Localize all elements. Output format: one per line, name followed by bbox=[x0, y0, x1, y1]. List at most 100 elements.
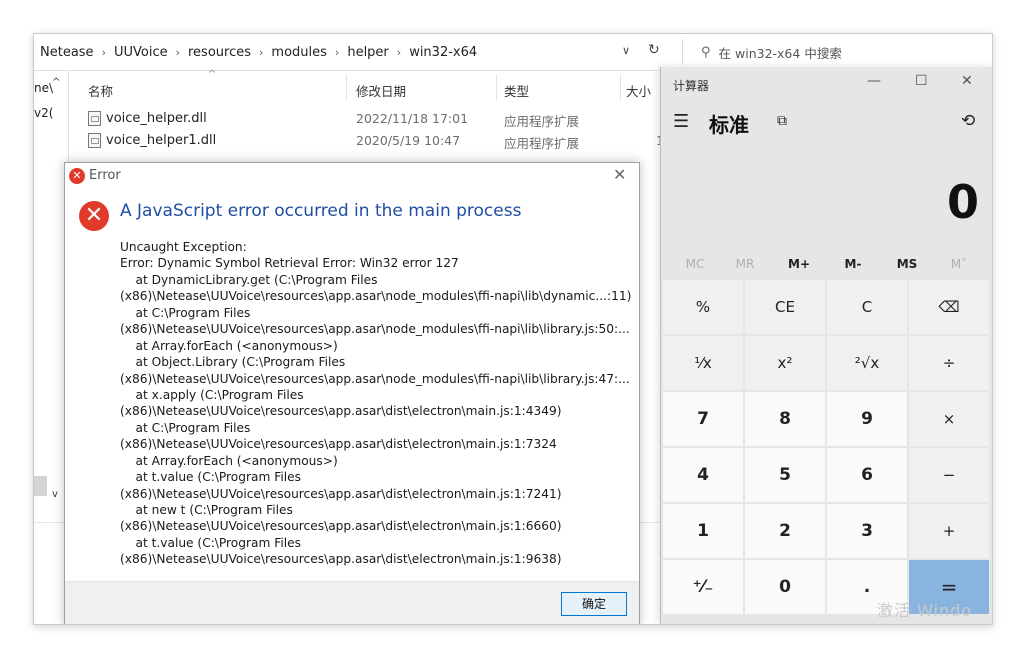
chevron-right-icon: › bbox=[334, 45, 340, 59]
error-message-line: (x86)\Netease\UUVoice\resources\app.asar… bbox=[120, 437, 557, 452]
chevron-right-icon: › bbox=[259, 45, 264, 59]
breadcrumb-resources[interactable]: resources bbox=[186, 45, 253, 60]
calculator-display: 0 bbox=[946, 175, 979, 229]
memory-button-mr[interactable]: MR bbox=[725, 257, 765, 271]
negate-button[interactable]: ⁺⁄₋ bbox=[663, 560, 743, 614]
error-message-line: (x86)\Netease\UUVoice\resources\app.asar… bbox=[120, 519, 562, 534]
error-message-line: at t.value (C:\Program Files bbox=[120, 535, 301, 550]
backspace-button[interactable]: ⌫ bbox=[909, 280, 989, 334]
memory-button-m[interactable]: M˅ bbox=[939, 257, 979, 271]
hamburger-menu-icon[interactable]: ☰ bbox=[673, 111, 689, 132]
error-message-line: (x86)\Netease\UUVoice\resources\app.asar… bbox=[120, 322, 630, 337]
mode-bar: ☰ 标准 ⧉ ⟲ bbox=[661, 107, 992, 147]
memory-button-mc[interactable]: MC bbox=[675, 257, 715, 271]
digit-3-button[interactable]: 3 bbox=[827, 504, 907, 558]
close-icon[interactable]: ✕ bbox=[961, 73, 973, 89]
error-message-line: Error: Dynamic Symbol Retrieval Error: W… bbox=[120, 256, 459, 271]
file-type: 应用程序扩展 bbox=[504, 136, 580, 151]
error-icon: ✕ bbox=[79, 201, 109, 231]
digit-2-button[interactable]: 2 bbox=[745, 504, 825, 558]
memory-button-mplus[interactable]: M+ bbox=[779, 257, 819, 271]
search-placeholder: 在 win32-x64 中搜索 bbox=[718, 45, 842, 61]
mode-title: 标准 bbox=[709, 113, 749, 137]
digit-0-button[interactable]: 0 bbox=[745, 560, 825, 614]
column-divider[interactable] bbox=[496, 74, 497, 100]
error-message-line: at x.apply (C:\Program Files bbox=[120, 387, 304, 402]
error-message-line: (x86)\Netease\UUVoice\resources\app.asar… bbox=[120, 289, 632, 304]
error-message-line: at Array.forEach (<anonymous>) bbox=[120, 338, 338, 353]
file-date: 2022/11/18 17:01 bbox=[356, 111, 469, 126]
digit-5-button[interactable]: 5 bbox=[745, 448, 825, 502]
column-header-name[interactable]: 名称 bbox=[88, 81, 113, 100]
multiply-button[interactable]: × bbox=[909, 392, 989, 446]
refresh-icon[interactable]: ↻ bbox=[648, 42, 660, 58]
breadcrumb-uuvoice[interactable]: UUVoice bbox=[112, 45, 170, 60]
error-message-line: at t.value (C:\Program Files bbox=[120, 470, 301, 485]
scroll-up-icon[interactable]: ^ bbox=[52, 77, 60, 88]
error-message-line: at C:\Program Files bbox=[120, 305, 251, 320]
activation-watermark: 激活 Windo bbox=[877, 601, 973, 620]
reciprocal-button[interactable]: ¹⁄x bbox=[663, 336, 743, 390]
dll-file-icon bbox=[88, 111, 101, 126]
history-icon[interactable]: ⟲ bbox=[961, 111, 975, 131]
error-message-line: (x86)\Netease\UUVoice\resources\app.asar… bbox=[120, 486, 562, 501]
error-message-line: (x86)\Netease\UUVoice\resources\app.asar… bbox=[120, 404, 562, 419]
digit-4-button[interactable]: 4 bbox=[663, 448, 743, 502]
error-message-line: at DynamicLibrary.get (C:\Program Files bbox=[120, 272, 378, 287]
nav-item[interactable]: v2( bbox=[34, 106, 53, 120]
error-message: Uncaught Exception: Error: Dynamic Symbol… bbox=[120, 239, 632, 568]
keep-on-top-icon[interactable]: ⧉ bbox=[777, 113, 787, 129]
error-message-line: at new t (C:\Program Files bbox=[120, 503, 293, 517]
digit-1-button[interactable]: 1 bbox=[663, 504, 743, 558]
scroll-down-icon[interactable]: v bbox=[52, 489, 58, 500]
add-button[interactable]: + bbox=[909, 504, 989, 558]
memory-button-ms[interactable]: MS bbox=[887, 257, 927, 271]
file-row[interactable]: voice_helper1.dll 2020/5/19 10:47 应用程序扩展… bbox=[74, 130, 674, 152]
breadcrumb-netease[interactable]: Netease bbox=[38, 45, 96, 60]
subtract-button[interactable]: − bbox=[909, 448, 989, 502]
search-input[interactable]: ⚲ 在 win32-x64 中搜索 bbox=[682, 39, 989, 65]
chevron-right-icon: › bbox=[175, 45, 180, 59]
digit-8-button[interactable]: 8 bbox=[745, 392, 825, 446]
divide-button[interactable]: ÷ bbox=[909, 336, 989, 390]
file-date: 2020/5/19 10:47 bbox=[356, 133, 461, 148]
column-header-size[interactable]: 大小 bbox=[626, 81, 651, 100]
maximize-icon[interactable]: ☐ bbox=[915, 73, 928, 89]
column-header-type[interactable]: 类型 bbox=[504, 81, 529, 100]
clear-button[interactable]: C bbox=[827, 280, 907, 334]
square-root-button[interactable]: ²√x bbox=[827, 336, 907, 390]
clear-entry-button[interactable]: CE bbox=[745, 280, 825, 334]
error-message-line: Uncaught Exception: bbox=[120, 240, 247, 254]
column-divider[interactable] bbox=[620, 74, 621, 100]
breadcrumb-win32-x64[interactable]: win32-x64 bbox=[407, 45, 479, 60]
chevron-down-icon[interactable]: ∨ bbox=[622, 44, 630, 57]
minimize-icon[interactable]: — bbox=[867, 73, 881, 89]
close-icon[interactable]: ✕ bbox=[613, 165, 626, 184]
screenshot-frame: Netease › UUVoice › resources › modules … bbox=[33, 33, 993, 625]
file-type: 应用程序扩展 bbox=[504, 114, 580, 129]
scrollbar-thumb[interactable] bbox=[34, 476, 47, 496]
breadcrumb-helper[interactable]: helper bbox=[345, 45, 390, 60]
error-message-line: (x86)\Netease\UUVoice\resources\app.asar… bbox=[120, 552, 562, 567]
ok-button[interactable]: 确定 bbox=[561, 592, 627, 616]
error-headline: A JavaScript error occurred in the main … bbox=[120, 201, 522, 221]
calculator-window: 计算器 — ☐ ✕ ☰ 标准 ⧉ ⟲ 0 MC MR M+ M- MS M˅ % CE C ⌫ ¹… bbox=[660, 67, 992, 624]
memory-button-mminus[interactable]: M- bbox=[833, 257, 873, 271]
column-header-date[interactable]: 修改日期 bbox=[356, 81, 406, 100]
address-bar[interactable]: Netease › UUVoice › resources › modules … bbox=[34, 34, 664, 71]
column-divider[interactable] bbox=[346, 74, 347, 100]
memory-row: MC MR M+ M- MS M˅ bbox=[661, 251, 992, 279]
digit-9-button[interactable]: 9 bbox=[827, 392, 907, 446]
square-button[interactable]: x² bbox=[745, 336, 825, 390]
error-dialog: ✕ Error ✕ ✕ A JavaScript error occurred … bbox=[64, 162, 640, 624]
digit-6-button[interactable]: 6 bbox=[827, 448, 907, 502]
breadcrumb-modules[interactable]: modules bbox=[269, 45, 329, 60]
dialog-footer: 确定 bbox=[65, 581, 639, 624]
error-message-line: at Array.forEach (<anonymous>) bbox=[120, 453, 338, 468]
column-headers: ^ 名称 修改日期 类型 大小 bbox=[74, 69, 664, 101]
nav-item[interactable]: ne\ bbox=[34, 81, 53, 95]
file-row[interactable]: voice_helper.dll 2022/11/18 17:01 应用程序扩展 bbox=[74, 108, 674, 130]
sort-ascending-icon: ^ bbox=[208, 69, 217, 80]
digit-7-button[interactable]: 7 bbox=[663, 392, 743, 446]
percent-button[interactable]: % bbox=[663, 280, 743, 334]
